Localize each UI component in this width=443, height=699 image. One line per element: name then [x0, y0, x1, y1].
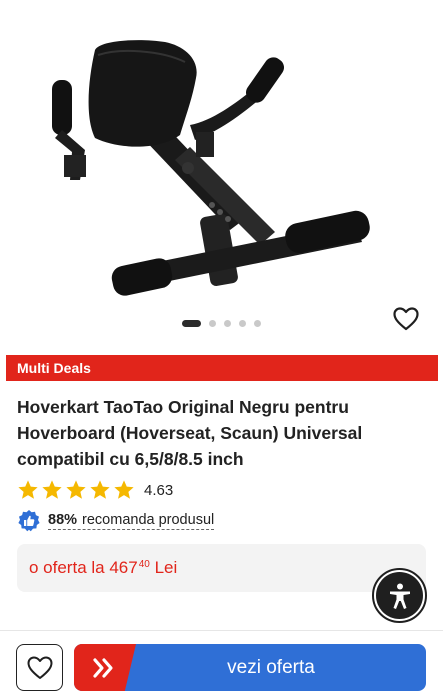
product-rating[interactable]: 4.63 [17, 479, 173, 501]
product-gallery[interactable] [0, 0, 443, 345]
thumbs-up-badge-icon [18, 510, 40, 532]
accessibility-button-inner [376, 572, 423, 619]
deal-banner-label: Multi Deals [17, 360, 91, 376]
view-offer-button[interactable]: vezi oferta [74, 644, 426, 691]
recommend-label: recomanda produsul [82, 512, 215, 528]
accessibility-button[interactable] [372, 568, 427, 623]
offer-prefix: o oferta la [29, 558, 105, 577]
offer-box[interactable]: o oferta la 46740 Lei [17, 544, 426, 592]
carousel-dot[interactable] [209, 320, 216, 327]
favorite-bottom-button[interactable] [16, 644, 63, 691]
double-chevron-right-icon [93, 657, 113, 678]
star-icon [90, 480, 110, 499]
star-icon [42, 480, 62, 499]
favorite-button[interactable] [391, 305, 421, 333]
carousel-dots[interactable] [0, 320, 443, 327]
rating-value: 4.63 [144, 481, 174, 499]
rating-stars [17, 479, 135, 501]
offer-price-integer: 467 [109, 558, 138, 577]
heart-outline-icon [27, 656, 52, 679]
recommend-summary[interactable]: 88% recomanda produsul [17, 509, 215, 533]
star-icon [66, 480, 86, 499]
deal-banner[interactable]: Multi Deals [6, 355, 438, 381]
product-image[interactable] [0, 0, 443, 315]
offer-price-decimal: 40 [138, 559, 150, 570]
star-icon [18, 480, 38, 499]
heart-outline-icon [393, 307, 419, 331]
carousel-dot[interactable] [239, 320, 246, 327]
offer-text: o oferta la 46740 Lei [29, 558, 177, 578]
carousel-dot[interactable] [224, 320, 231, 327]
product-title: Hoverkart TaoTao Original Negru pentru H… [17, 397, 363, 469]
carousel-dot[interactable] [254, 320, 261, 327]
offer-currency: Lei [154, 558, 178, 577]
accessibility-icon [389, 583, 410, 609]
recommend-text[interactable]: 88% recomanda produsul [48, 512, 215, 530]
carousel-dot-active[interactable] [182, 320, 201, 327]
recommend-percent: 88% [48, 512, 78, 528]
bottom-action-bar: vezi oferta [0, 630, 443, 699]
view-offer-label: vezi oferta [227, 656, 315, 678]
star-icon [114, 480, 134, 499]
